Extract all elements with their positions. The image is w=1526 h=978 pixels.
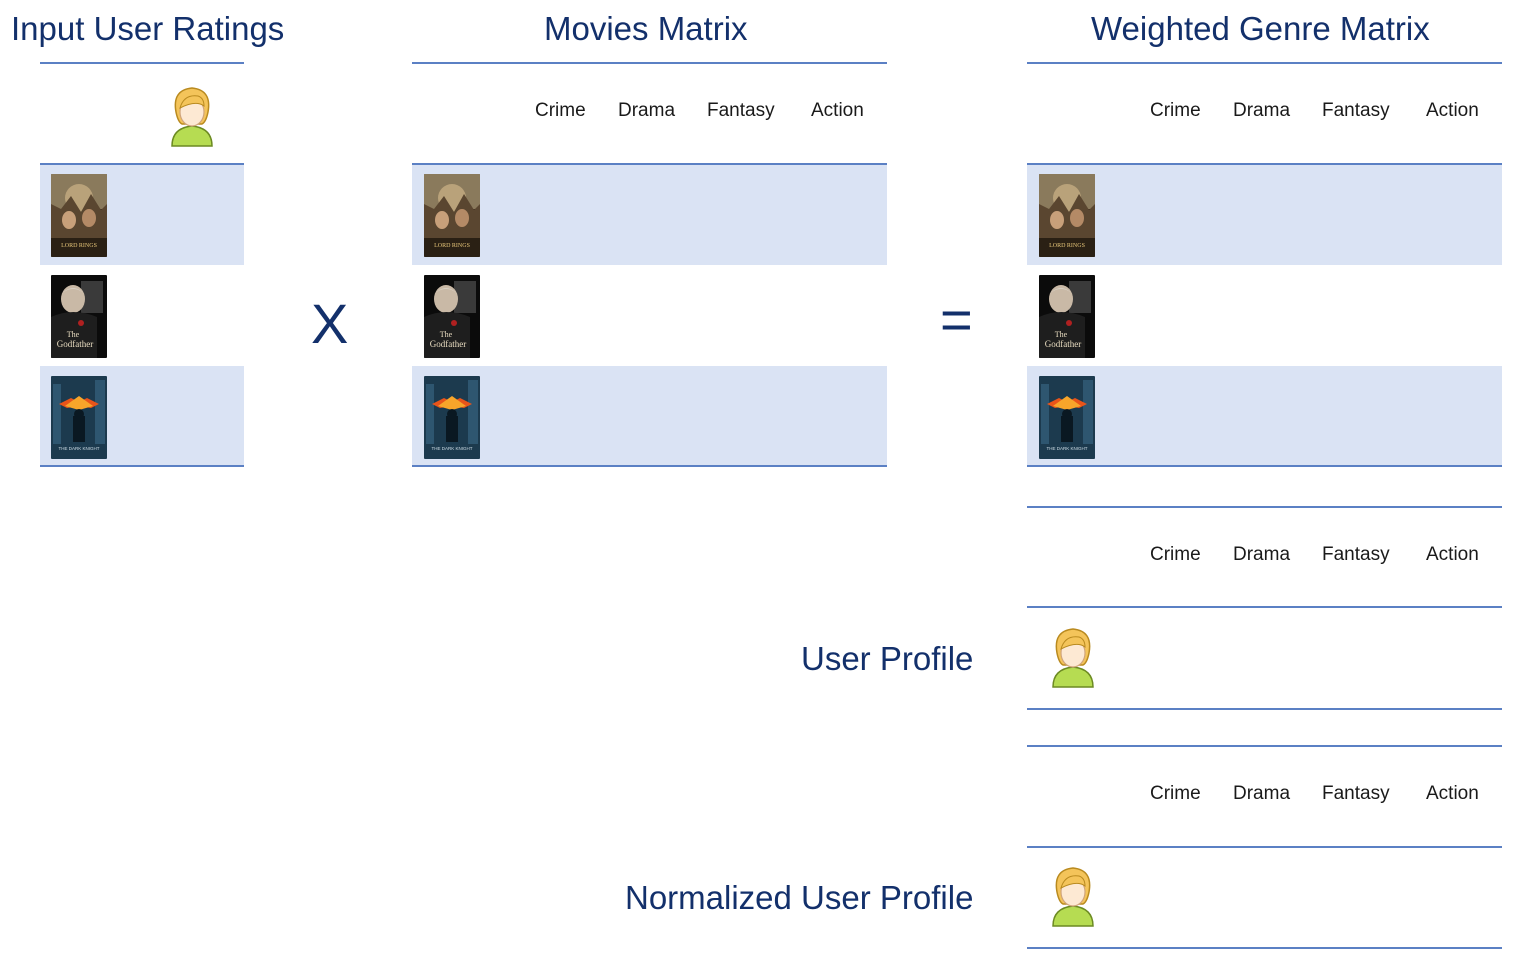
table-rule [1027, 846, 1502, 848]
svg-text:LORD RINGS: LORD RINGS [61, 243, 97, 249]
lord-of-the-rings-poster-icon: LORD RINGS [1039, 174, 1095, 257]
user-profile-title: User Profile [801, 640, 974, 677]
table-row-band [1027, 164, 1502, 265]
table-rule [40, 62, 244, 64]
svg-text:LORD RINGS: LORD RINGS [1049, 243, 1085, 249]
svg-text:The: The [1055, 330, 1068, 339]
column-header-fantasy: Fantasy [707, 100, 775, 121]
column-header-drama: Drama [1233, 783, 1291, 804]
column-header-fantasy: Fantasy [1322, 544, 1390, 565]
user-avatar-icon [1049, 862, 1097, 928]
dark-knight-poster-icon: THE DARK KNIGHT [424, 376, 480, 459]
godfather-poster-icon: The Godfather [51, 275, 107, 358]
column-header-crime: Crime [535, 100, 586, 121]
column-header-action: Action [1426, 544, 1479, 565]
user-avatar-icon [1049, 623, 1097, 689]
table-rule [1027, 465, 1502, 467]
table-rule [412, 163, 887, 165]
table-rule [1027, 163, 1502, 165]
table-rule [412, 465, 887, 467]
column-header-crime: Crime [1150, 100, 1201, 121]
svg-text:THE DARK KNIGHT: THE DARK KNIGHT [431, 446, 472, 451]
table-rule [1027, 708, 1502, 710]
svg-text:The: The [440, 330, 453, 339]
lord-of-the-rings-poster-icon: LORD RINGS [424, 174, 480, 257]
table-rule [40, 465, 244, 467]
table-rule [1027, 62, 1502, 64]
svg-text:Godfather: Godfather [57, 339, 93, 349]
table-rule [1027, 947, 1502, 949]
dark-knight-poster-icon: THE DARK KNIGHT [1039, 376, 1095, 459]
movies-matrix-title: Movies Matrix [544, 10, 748, 47]
column-header-fantasy: Fantasy [1322, 783, 1390, 804]
svg-text:Godfather: Godfather [1045, 339, 1081, 349]
normalized-user-profile-title: Normalized User Profile [625, 879, 974, 916]
user-avatar-icon [168, 82, 216, 148]
input-user-ratings-title: Input User Ratings [11, 10, 285, 47]
column-header-action: Action [1426, 783, 1479, 804]
table-rule [40, 163, 244, 165]
equals-operator: = [940, 288, 973, 351]
table-row-band [412, 164, 887, 265]
table-row-band [412, 366, 887, 467]
table-rule [1027, 745, 1502, 747]
column-header-crime: Crime [1150, 783, 1201, 804]
svg-text:LORD RINGS: LORD RINGS [434, 243, 470, 249]
weighted-genre-matrix-title: Weighted Genre Matrix [1091, 10, 1430, 47]
svg-text:Godfather: Godfather [430, 339, 466, 349]
svg-text:The: The [67, 330, 80, 339]
dark-knight-poster-icon: THE DARK KNIGHT [51, 376, 107, 459]
column-header-fantasy: Fantasy [1322, 100, 1390, 121]
table-rule [1027, 506, 1502, 508]
godfather-poster-icon: The Godfather [1039, 275, 1095, 358]
table-rule [412, 62, 887, 64]
column-header-action: Action [1426, 100, 1479, 121]
column-header-action: Action [811, 100, 864, 121]
godfather-poster-icon: The Godfather [424, 275, 480, 358]
column-header-drama: Drama [1233, 544, 1291, 565]
lord-of-the-rings-poster-icon: LORD RINGS [51, 174, 107, 257]
table-row-band [1027, 366, 1502, 467]
multiply-operator: X [311, 292, 349, 355]
column-header-drama: Drama [1233, 100, 1291, 121]
table-rule [1027, 606, 1502, 608]
svg-text:THE DARK KNIGHT: THE DARK KNIGHT [58, 446, 99, 451]
column-header-drama: Drama [618, 100, 676, 121]
svg-text:THE DARK KNIGHT: THE DARK KNIGHT [1046, 446, 1087, 451]
column-header-crime: Crime [1150, 544, 1201, 565]
